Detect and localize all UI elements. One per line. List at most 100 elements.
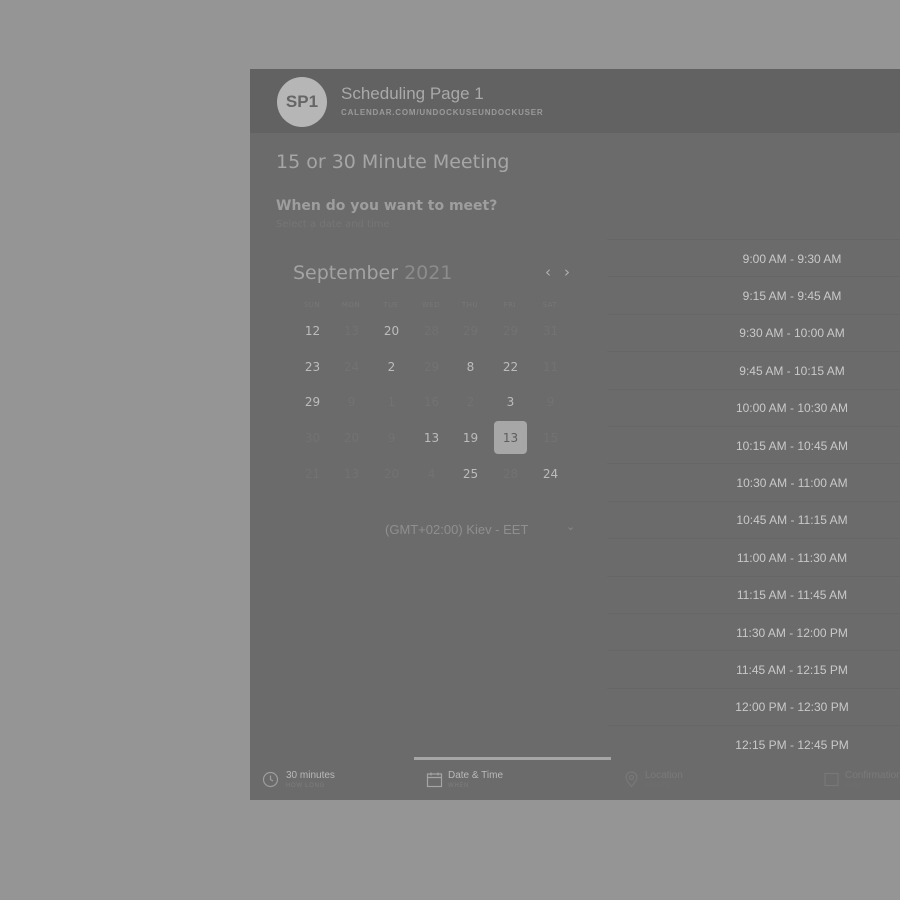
calendar-day: 11 <box>542 359 559 374</box>
step-location[interactable]: Location WHERE <box>611 757 811 800</box>
timezone-value[interactable]: (GMT+02:00) Kiev - EET <box>385 522 528 537</box>
time-slot[interactable]: 11:00 AM - 11:30 AM <box>607 538 900 576</box>
location-pin-icon <box>625 771 638 788</box>
time-slot[interactable]: 11:45 AM - 12:15 PM <box>607 650 900 688</box>
time-slot-label: 12:00 PM - 12:30 PM <box>735 700 849 715</box>
page-header: SP1 Scheduling Page 1 CALENDAR.COM/UNDOC… <box>250 69 900 133</box>
chevron-down-icon[interactable]: ⌄ <box>566 520 575 533</box>
calendar-day: 20 <box>343 430 360 445</box>
weekday-label: SAT <box>542 301 558 309</box>
page-url[interactable]: CALENDAR.COM/UNDOCKUSEUNDOCKUSER <box>341 108 544 117</box>
step-location-sub: WHERE <box>645 783 671 789</box>
time-slot[interactable]: 10:15 AM - 10:45 AM <box>607 426 900 464</box>
chevron-right-icon[interactable]: › <box>559 263 575 281</box>
time-slot[interactable]: 9:30 AM - 10:00 AM <box>607 313 900 352</box>
step-confirmation[interactable]: Confirmation WHO <box>811 757 900 800</box>
weekday-label: FRI <box>503 301 517 309</box>
time-slot-label: 10:15 AM - 10:45 AM <box>735 438 849 453</box>
time-slot[interactable]: 11:15 AM - 11:45 AM <box>607 575 900 614</box>
calendar-day[interactable]: 12 <box>296 314 329 347</box>
calendar-day[interactable]: 29 <box>296 385 329 418</box>
time-slot-label: 11:30 AM - 12:00 PM <box>736 625 848 640</box>
time-slot-label: 10:45 AM - 11:15 AM <box>736 513 848 528</box>
time-slot-label: 9:30 AM - 10:00 AM <box>739 326 845 341</box>
time-slot[interactable]: 9:45 AM - 10:15 AM <box>607 351 900 389</box>
time-slot-label: 9:00 AM - 9:30 AM <box>742 251 842 266</box>
calendar-day[interactable]: 20 <box>375 314 408 347</box>
time-slot-label: 11:45 AM - 12:15 PM <box>736 662 848 677</box>
time-slot-label: 12:15 PM - 12:45 PM <box>735 737 849 752</box>
calendar-day: 15 <box>542 430 559 445</box>
time-slot[interactable]: 9:00 AM - 9:30 AM <box>607 239 900 277</box>
calendar-day[interactable]: 19 <box>454 421 487 454</box>
calendar-day: 1 <box>387 394 396 409</box>
calendar-day: 9 <box>546 394 555 409</box>
time-slot-label: 10:00 AM - 10:30 AM <box>735 401 849 416</box>
calendar-icon <box>426 772 443 788</box>
time-slot-label: 11:15 AM - 11:45 AM <box>736 588 848 603</box>
time-slot[interactable]: 10:30 AM - 11:00 AM <box>607 463 900 501</box>
question-heading: When do you want to meet? <box>276 198 498 214</box>
step-date-time-sub: WHEN <box>448 783 470 789</box>
calendar-day[interactable]: 13 <box>415 421 448 454</box>
time-slot[interactable]: 11:30 AM - 12:00 PM <box>607 613 900 651</box>
time-slot-label: 9:45 AM - 10:15 AM <box>739 363 845 378</box>
calendar-day: 29 <box>462 323 479 338</box>
calendar-day: 16 <box>423 394 440 409</box>
time-slot[interactable]: 12:00 PM - 12:30 PM <box>607 687 900 726</box>
step-duration-sub: HOW LONG <box>286 783 325 789</box>
calendar-day: 21 <box>304 466 321 481</box>
weekday-label: MON <box>341 301 361 309</box>
page-title: Scheduling Page 1 <box>341 84 484 103</box>
weekday-label: TUE <box>383 301 399 309</box>
step-confirmation-label: Confirmation <box>845 770 900 781</box>
step-date-time[interactable]: Date & Time WHEN <box>414 757 611 800</box>
checkbox-icon <box>824 772 839 787</box>
calendar-day: 20 <box>383 466 400 481</box>
time-slot[interactable]: 10:00 AM - 10:30 AM <box>607 388 900 427</box>
calendar-day: 28 <box>502 466 519 481</box>
calendar-day: 29 <box>423 359 440 374</box>
calendar-day: 13 <box>343 466 360 481</box>
calendar-day: 9 <box>347 394 356 409</box>
step-date-time-label: Date & Time <box>448 770 504 781</box>
time-slot[interactable]: 10:45 AM - 11:15 AM <box>607 500 900 539</box>
meeting-title: 15 or 30 Minute Meeting <box>276 151 510 173</box>
calendar-day[interactable]: 8 <box>454 350 487 383</box>
calendar-day[interactable]: 3 <box>494 385 527 418</box>
calendar-day: 28 <box>423 323 440 338</box>
calendar-day: 13 <box>343 323 360 338</box>
calendar-year: 2021 <box>404 262 453 284</box>
calendar-day: 2 <box>466 394 475 409</box>
question-hint: Select a date and time <box>276 219 390 230</box>
calendar-day: 9 <box>387 430 396 445</box>
calendar-day[interactable]: 2 <box>375 350 408 383</box>
calendar-day[interactable]: 25 <box>454 457 487 490</box>
scheduling-panel: SP1 Scheduling Page 1 CALENDAR.COM/UNDOC… <box>250 69 900 800</box>
step-duration-label: 30 minutes <box>286 770 335 781</box>
calendar-day[interactable]: 22 <box>494 350 527 383</box>
calendar-month-title: September 2021 <box>293 262 452 284</box>
time-slot-label: 9:15 AM - 9:45 AM <box>742 288 842 303</box>
calendar-day: 30 <box>304 430 321 445</box>
calendar-day-selected[interactable]: 13 <box>494 421 527 454</box>
step-duration[interactable]: 30 minutes HOW LONG <box>250 757 414 800</box>
weekday-label: WED <box>421 301 441 309</box>
time-slot-label: 11:00 AM - 11:30 AM <box>736 550 848 565</box>
weekday-label: SUN <box>303 301 321 309</box>
weekday-label: THU <box>461 301 479 309</box>
calendar-day: 24 <box>343 359 360 374</box>
time-slot-label: 10:30 AM - 11:00 AM <box>736 475 848 490</box>
time-slot[interactable]: 9:15 AM - 9:45 AM <box>607 276 900 314</box>
calendar-day[interactable]: 24 <box>534 457 567 490</box>
step-confirmation-sub: WHO <box>845 783 862 789</box>
step-footer: 30 minutes HOW LONG Date & Time WHEN Loc… <box>250 757 900 800</box>
chevron-left-icon[interactable]: ‹ <box>540 263 556 281</box>
calendar-month: September <box>293 262 399 284</box>
calendar-day: 29 <box>502 323 519 338</box>
calendar-day: 4 <box>427 466 436 481</box>
calendar-day: 31 <box>542 323 559 338</box>
clock-icon <box>262 771 279 788</box>
calendar-day[interactable]: 23 <box>296 350 329 383</box>
step-location-label: Location <box>645 770 683 781</box>
